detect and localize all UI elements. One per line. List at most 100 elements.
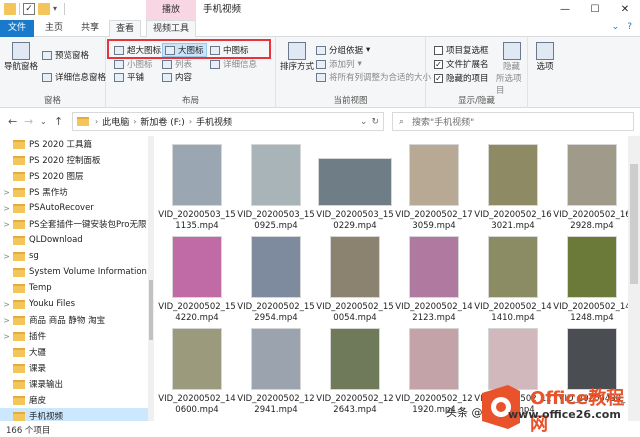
file-tile[interactable]: VID_20200502_141248.mp4	[553, 234, 628, 328]
sidebar-item[interactable]: PS 2020 图层	[0, 168, 148, 184]
sidebar-scrollbar[interactable]	[148, 136, 154, 421]
sidebar-scroll-thumb[interactable]	[149, 280, 153, 340]
file-tile[interactable]: VID_20200502_142123.mp4	[395, 234, 473, 328]
sidebar-item[interactable]: Temp	[0, 280, 148, 296]
search-box[interactable]: ⌕ 搜索"手机视频"	[392, 112, 634, 131]
chevron-right-icon[interactable]: >	[0, 220, 13, 229]
video-thumbnail	[251, 236, 301, 298]
sidebar-item[interactable]: PS 2020 控制面板	[0, 152, 148, 168]
file-tile[interactable]: VID_20200503_150925.mp4	[237, 142, 315, 236]
sidebar-item[interactable]: QLDownload	[0, 232, 148, 248]
sidebar-item[interactable]: 手机视频	[0, 408, 148, 421]
address-bar[interactable]: › 此电脑 › 新加卷 (F:) › 手机视频 ⌄ ↻	[72, 112, 384, 131]
sidebar-item[interactable]: System Volume Information	[0, 264, 148, 280]
chevron-right-icon[interactable]: ›	[133, 117, 136, 126]
breadcrumb-current[interactable]: 手机视频	[196, 115, 232, 128]
sidebar-item[interactable]: 课录输出	[0, 376, 148, 392]
extra-large-icons-option[interactable]: 超大图标	[114, 44, 161, 56]
help-icon[interactable]: ?	[627, 22, 632, 32]
chevron-down-icon[interactable]: ⌄	[360, 117, 368, 127]
chevron-right-icon[interactable]: ›	[189, 117, 192, 126]
context-tab-play[interactable]: 播放	[146, 0, 196, 20]
chevron-right-icon[interactable]: ›	[95, 117, 98, 126]
forward-arrow-icon[interactable]: →	[24, 115, 33, 128]
extra-large-icons-icon	[114, 45, 124, 55]
file-tile[interactable]: VID_20200503_150229.mp4	[316, 142, 394, 236]
sidebar-item[interactable]: PS 2020 工具篇	[0, 136, 148, 152]
sidebar-item[interactable]: > PS全套插件一键安装包Pro无限	[0, 216, 148, 232]
file-tile[interactable]: VID_20200502_122643.mp4	[316, 326, 394, 420]
content-option[interactable]: 内容	[162, 71, 192, 83]
tab-home[interactable]: 主页	[37, 20, 71, 37]
sidebar-item[interactable]: 课录	[0, 360, 148, 376]
file-tile[interactable]: VID_20200502_163021.mp4	[474, 142, 552, 236]
details-pane-button[interactable]: 详细信息窗格	[42, 71, 106, 83]
sidebar-item[interactable]: 磨皮	[0, 392, 148, 408]
navigation-pane-button[interactable]: 导航窗格	[4, 42, 38, 72]
file-tile[interactable]: VID_20200502_173059.mp4	[395, 142, 473, 236]
large-icons-option[interactable]: 大图标	[162, 43, 207, 57]
chevron-right-icon[interactable]: >	[0, 300, 13, 309]
hide-selected-button[interactable]: 隐藏 所选项目	[496, 42, 527, 96]
chevron-right-icon[interactable]: >	[0, 252, 13, 261]
tab-view[interactable]: 查看	[109, 20, 141, 38]
divider	[64, 3, 65, 15]
file-tile[interactable]: VID_20200502_150054.mp4	[316, 234, 394, 328]
add-columns-button[interactable]: 添加列 ▾	[316, 58, 362, 70]
folder-icon	[13, 155, 25, 165]
sidebar-item[interactable]: > sg	[0, 248, 148, 264]
file-tile[interactable]: VID_20200502_162928.mp4	[553, 142, 628, 236]
sidebar-item[interactable]: > PSAutoRecover	[0, 200, 148, 216]
small-icons-option[interactable]: 小图标	[114, 58, 153, 70]
chevron-right-icon[interactable]: >	[0, 316, 13, 325]
medium-icons-option[interactable]: 中图标	[210, 44, 249, 56]
chevron-right-icon[interactable]: >	[0, 188, 13, 197]
options-button[interactable]: 选项	[536, 42, 554, 72]
tab-file[interactable]: 文件	[0, 20, 34, 37]
group-by-button[interactable]: 分组依据 ▾	[316, 44, 370, 56]
sidebar-item[interactable]: > Youku Files	[0, 296, 148, 312]
tab-share[interactable]: 共享	[73, 20, 107, 37]
tiles-option[interactable]: 平铺	[114, 71, 144, 83]
breadcrumb-drive[interactable]: 新加卷 (F:)	[140, 115, 184, 128]
item-checkboxes-toggle[interactable]: 项目复选框	[434, 44, 489, 56]
sidebar-item[interactable]: > 商品 商品 静物 淘宝	[0, 312, 148, 328]
sidebar-item[interactable]: > 插件	[0, 328, 148, 344]
chevron-down-icon[interactable]: ⌄	[612, 22, 620, 32]
checkbox-unchecked[interactable]	[434, 45, 443, 55]
breadcrumb-this-pc[interactable]: 此电脑	[102, 115, 129, 128]
up-arrow-icon[interactable]: ↑	[54, 115, 63, 128]
small-icons-label: 小图标	[127, 60, 153, 70]
recent-locations-icon[interactable]: ⌄	[40, 117, 47, 126]
fit-columns-button[interactable]: 将所有列调整为合适的大小	[316, 71, 431, 83]
checkbox-checked[interactable]: ✓	[434, 73, 443, 83]
refresh-icon[interactable]: ↻	[371, 117, 379, 127]
file-tile[interactable]: VID_20200502_122941.mp4	[237, 326, 315, 420]
maximize-button[interactable]: ☐	[580, 0, 610, 20]
sidebar-item[interactable]: > PS 黑作坊	[0, 184, 148, 200]
back-arrow-icon[interactable]: ←	[8, 115, 17, 128]
file-tile[interactable]: VID_20200502_154220.mp4	[158, 234, 236, 328]
sidebar-item[interactable]: 大疆	[0, 344, 148, 360]
close-button[interactable]: ✕	[610, 0, 640, 20]
minimize-button[interactable]: —	[550, 0, 580, 20]
list-option[interactable]: 列表	[162, 58, 192, 70]
details-option[interactable]: 详细信息	[210, 58, 257, 70]
file-tile[interactable]: VID_20200502_141410.mp4	[474, 234, 552, 328]
preview-pane-button[interactable]: 预览窗格	[42, 49, 89, 61]
hidden-items-toggle[interactable]: ✓ 隐藏的项目	[434, 72, 489, 84]
group-layout: 超大图标 大图标 中图标 小图标 列表 详细信息 平铺 内容 布局	[106, 37, 276, 108]
new-folder-icon[interactable]	[38, 3, 50, 15]
file-tile[interactable]: VID_20200503_151135.mp4	[158, 142, 236, 236]
chevron-right-icon[interactable]: >	[0, 332, 13, 341]
file-tile[interactable]: VID_20200502_140600.mp4	[158, 326, 236, 420]
sort-by-button[interactable]: 排序方式	[280, 42, 314, 72]
checkbox-checked[interactable]: ✓	[434, 59, 443, 69]
file-extensions-toggle[interactable]: ✓ 文件扩展名	[434, 58, 489, 70]
chevron-right-icon[interactable]: >	[0, 204, 13, 213]
properties-icon[interactable]: ✓	[23, 3, 35, 15]
file-tile[interactable]: VID_20200502_152954.mp4	[237, 234, 315, 328]
customize-qat-icon[interactable]: ▾	[53, 3, 61, 15]
content-scroll-thumb[interactable]	[630, 164, 638, 284]
tab-video-tools[interactable]: 视频工具	[146, 20, 196, 38]
